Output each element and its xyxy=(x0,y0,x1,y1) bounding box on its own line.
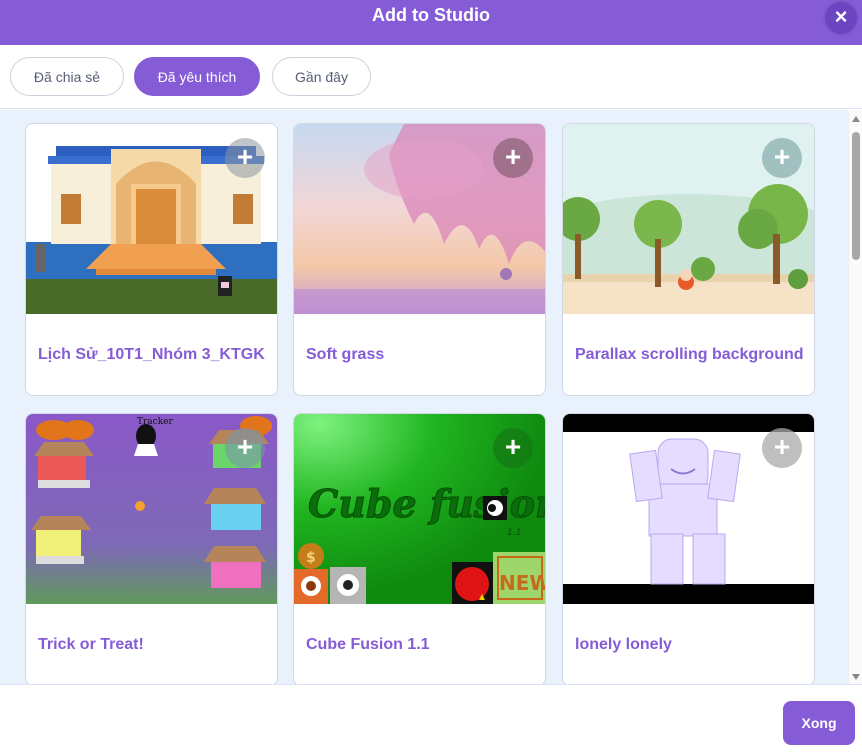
add-to-studio-button[interactable]: + xyxy=(225,428,265,468)
modal-footer: Xong xyxy=(0,684,862,752)
add-to-studio-button[interactable]: + xyxy=(493,428,533,468)
project-title: Cube Fusion 1.1 xyxy=(306,636,430,653)
project-grid: + Lịch Sử_10T1_Nhóm 3_KTGK + Soft grass … xyxy=(0,110,848,684)
project-card[interactable]: + lonely lonely xyxy=(562,413,815,684)
scroll-up-arrow-icon[interactable] xyxy=(852,116,860,122)
add-to-studio-modal: Add to Studio × Đã chia sẻ Đã yêu thích … xyxy=(0,0,862,752)
scroll-thumb[interactable] xyxy=(852,132,860,260)
close-button[interactable]: × xyxy=(823,0,859,36)
tab-recent[interactable]: Gần đây xyxy=(272,57,371,96)
scroll-down-arrow-icon[interactable] xyxy=(852,674,860,680)
plus-icon: + xyxy=(236,140,254,172)
project-card[interactable]: Tracker + Trick or Treat! xyxy=(25,413,278,684)
plus-icon: + xyxy=(236,430,254,462)
close-icon: × xyxy=(834,4,848,29)
done-button[interactable]: Xong xyxy=(783,701,855,745)
project-card[interactable]: + Soft grass xyxy=(293,123,546,396)
modal-header: Add to Studio × xyxy=(0,0,862,45)
coin-symbol: $ xyxy=(306,550,316,566)
project-card[interactable]: + Parallax scrolling background xyxy=(562,123,815,396)
tab-bar: Đã chia sẻ Đã yêu thích Gần đây xyxy=(0,45,862,109)
plus-icon: + xyxy=(504,430,522,462)
tracker-label: Tracker xyxy=(137,417,173,427)
scrollbar[interactable] xyxy=(848,110,862,684)
tab-shared[interactable]: Đã chia sẻ xyxy=(10,57,124,96)
cube-version-label: 1.1 xyxy=(507,528,521,538)
plus-icon: + xyxy=(504,140,522,172)
project-title: Lịch Sử_10T1_Nhóm 3_KTGK xyxy=(38,346,265,363)
project-title: Parallax scrolling background xyxy=(575,346,804,363)
cube-fusion-logo: Cube fusion xyxy=(308,481,546,526)
add-to-studio-button[interactable]: + xyxy=(762,138,802,178)
modal-title: Add to Studio xyxy=(372,5,490,25)
new-badge: NEW xyxy=(499,571,546,595)
project-card[interactable]: + Lịch Sử_10T1_Nhóm 3_KTGK xyxy=(25,123,278,396)
project-card[interactable]: Cube fusion 1.1 $ NE + Cube Fusion 1.1 xyxy=(293,413,546,684)
project-title: lonely lonely xyxy=(575,636,672,653)
add-to-studio-button[interactable]: + xyxy=(762,428,802,468)
project-title: Soft grass xyxy=(306,346,385,363)
add-to-studio-button[interactable]: + xyxy=(493,138,533,178)
plus-icon: + xyxy=(773,140,791,172)
add-to-studio-button[interactable]: + xyxy=(225,138,265,178)
plus-icon: + xyxy=(773,430,791,462)
project-title: Trick or Treat! xyxy=(38,636,144,653)
tab-favorited[interactable]: Đã yêu thích xyxy=(134,57,260,96)
